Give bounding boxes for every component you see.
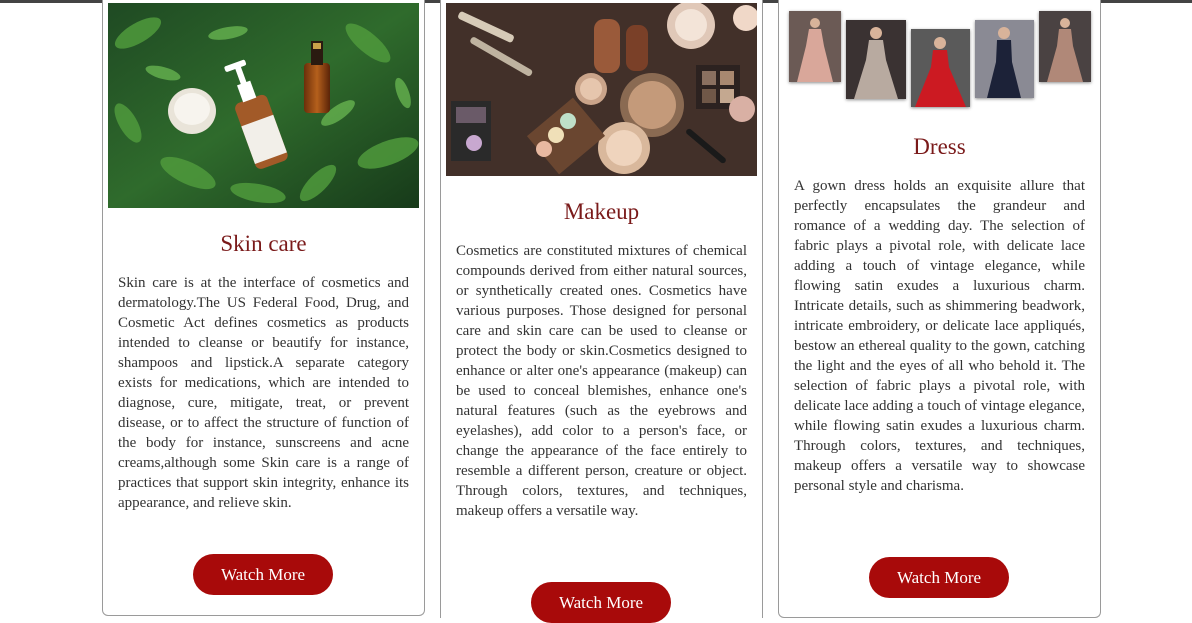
- skincare-title: Skin care: [220, 231, 307, 256]
- dress-watch-more-button[interactable]: Watch More: [869, 557, 1009, 598]
- dress-description: A gown dress holds an exquisite allure t…: [794, 178, 1085, 494]
- skincare-description: Skin care is at the interface of cosmeti…: [118, 275, 409, 511]
- dress-title: Dress: [913, 134, 966, 159]
- skincare-card: Skin care Skin care is at the interface …: [102, 0, 425, 616]
- gown-photo-champagne: [1039, 11, 1091, 82]
- makeup-image: [446, 3, 757, 176]
- makeup-description: Cosmetics are constituted mixtures of ch…: [456, 243, 747, 519]
- makeup-title: Makeup: [563, 199, 640, 224]
- skincare-image: [108, 3, 419, 208]
- gown-photo-navy: [975, 20, 1034, 98]
- makeup-flatlay-icon: [446, 3, 757, 176]
- makeup-card: Makeup Cosmetics are constituted mixture…: [440, 0, 763, 623]
- skincare-watch-more-button[interactable]: Watch More: [193, 554, 333, 595]
- gown-photo-red: [911, 29, 970, 107]
- dress-image: [784, 0, 1095, 115]
- dress-card: Dress A gown dress holds an exquisite al…: [778, 0, 1101, 618]
- gown-photo-silver: [846, 20, 906, 99]
- gown-photo-blush: [789, 11, 841, 82]
- skincare-products-icon: [108, 3, 419, 208]
- makeup-watch-more-button[interactable]: Watch More: [531, 582, 671, 623]
